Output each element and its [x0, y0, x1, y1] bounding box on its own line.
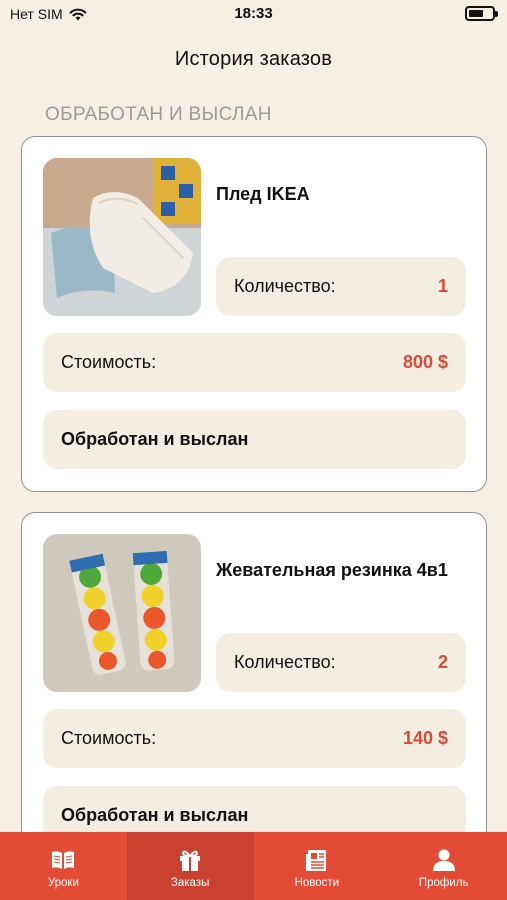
product-name: Плед IKEA: [216, 184, 310, 204]
product-image-blanket: [43, 158, 201, 316]
tab-orders[interactable]: Заказы: [126, 832, 254, 900]
tab-label: Заказы: [170, 877, 210, 889]
cost-row: Стоимость: 140 $: [43, 709, 466, 768]
clock: 18:33: [234, 5, 273, 22]
person-icon: [432, 849, 455, 871]
order-card[interactable]: Плед IKEA Количество: 1 Стоимость: 800 $…: [21, 136, 487, 492]
product-image-gum: [43, 534, 201, 692]
quantity-label: Количество:: [234, 652, 336, 672]
tab-label: Новости: [294, 877, 340, 889]
page-title: История заказов: [174, 48, 333, 70]
gift-icon: [180, 850, 201, 871]
product-name: Жевательная резинка 4в1: [216, 560, 448, 580]
cost-value: 800 $: [402, 352, 448, 372]
tab-profile[interactable]: Профиль: [380, 832, 507, 900]
tab-label: Уроки: [47, 877, 79, 889]
order-status-text: Обработан и выслан: [61, 429, 249, 449]
quantity-value: 2: [437, 652, 448, 672]
status-bar: Нет SIM 18:33: [0, 0, 507, 28]
tab-news[interactable]: Новости: [254, 832, 381, 900]
cost-label: Стоимость:: [61, 728, 157, 748]
quantity-label: Количество:: [234, 276, 336, 296]
tab-bar: Уроки Заказы Новости Профиль: [0, 832, 507, 900]
battery-icon: [465, 6, 498, 21]
book-icon: [52, 851, 75, 869]
quantity-row: Количество: 1: [216, 257, 466, 316]
cost-value: 140 $: [402, 728, 448, 748]
cost-label: Стоимость:: [61, 352, 157, 372]
newspaper-icon: [305, 850, 326, 871]
cost-row: Стоимость: 800 $: [43, 333, 466, 392]
quantity-row: Количество: 2: [216, 633, 466, 692]
tab-lessons[interactable]: Уроки: [0, 832, 127, 900]
section-label: ОБРАБОТАН И ВЫСЛАН: [45, 104, 272, 125]
order-status-text: Обработан и выслан: [61, 805, 249, 825]
tab-label: Профиль: [418, 877, 469, 889]
quantity-value: 1: [437, 276, 448, 296]
order-status: Обработан и выслан: [43, 410, 466, 469]
